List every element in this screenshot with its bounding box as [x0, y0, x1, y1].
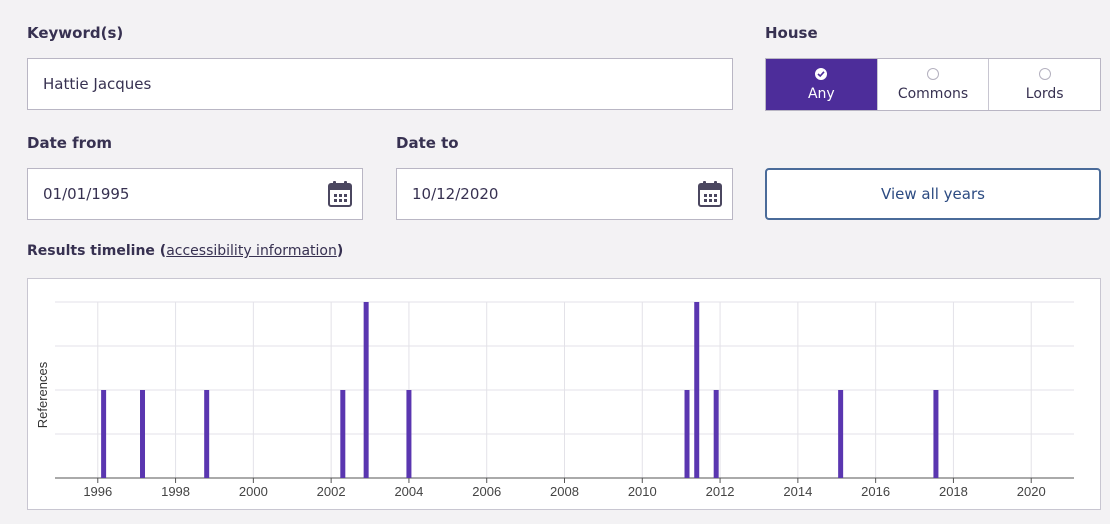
house-toggle: Any Commons Lords [765, 58, 1101, 111]
timeline-bar [933, 390, 939, 478]
timeline-bar [694, 302, 700, 478]
x-tick-label: 1996 [83, 484, 112, 499]
house-option-lords[interactable]: Lords [988, 59, 1100, 110]
timeline-bar [204, 390, 210, 478]
results-timeline-heading: Results timeline (accessibility informat… [27, 243, 344, 259]
x-tick-label: 2008 [550, 484, 579, 499]
house-label: House [765, 24, 818, 42]
timeline-bar [101, 390, 107, 478]
calendar-icon[interactable] [698, 181, 722, 207]
x-tick-label: 2012 [706, 484, 735, 499]
x-tick-label: 2004 [394, 484, 423, 499]
x-tick-label: 2000 [239, 484, 268, 499]
date-to-label: Date to [396, 134, 459, 152]
date-from-input[interactable]: 01/01/1995 [27, 168, 363, 220]
timeline-bar [838, 390, 844, 478]
keyword-input[interactable]: Hattie Jacques [27, 58, 733, 110]
radio-circle-icon [927, 67, 939, 80]
house-option-lords-label: Lords [1025, 85, 1064, 102]
house-option-commons-label: Commons [897, 85, 969, 102]
x-tick-label: 2020 [1017, 484, 1046, 499]
keyword-value: Hattie Jacques [43, 75, 152, 93]
accessibility-information-link[interactable]: accessibility information [166, 243, 337, 259]
results-timeline-chart: 1996 1998 2000 2002 2004 2006 2008 2010 2012 2014… [27, 278, 1101, 510]
house-option-any-label: Any [807, 85, 835, 102]
radio-circle-icon [1038, 67, 1051, 80]
date-from-value: 01/01/1995 [43, 185, 130, 203]
timeline-bar [340, 390, 346, 478]
timeline-bar [684, 390, 690, 478]
x-tick-label: 2018 [939, 484, 968, 499]
timeline-bar [406, 390, 412, 478]
x-tick-label: 2002 [317, 484, 346, 499]
timeline-bar [713, 390, 719, 478]
x-tick-label: 2006 [472, 484, 501, 499]
x-tick-label: 2014 [783, 484, 812, 499]
date-to-value: 10/12/2020 [412, 185, 499, 203]
timeline-chart-svg: 1996 1998 2000 2002 2004 2006 2008 2010 2012 2014… [35, 301, 1074, 499]
house-option-any[interactable]: Any [766, 59, 877, 110]
x-tick-label: 1998 [161, 484, 190, 499]
calendar-icon[interactable] [328, 181, 352, 207]
results-timeline-label: Results timeline [27, 243, 155, 259]
timeline-bar [140, 390, 146, 478]
y-axis-label: References [35, 361, 50, 428]
date-to-input[interactable]: 10/12/2020 [396, 168, 733, 220]
keyword-label: Keyword(s) [27, 24, 124, 42]
x-tick-label: 2016 [861, 484, 890, 499]
x-tick-label: 2010 [628, 484, 657, 499]
timeline-bar [363, 302, 369, 478]
house-option-commons[interactable]: Commons [876, 59, 989, 110]
checkmark-icon [815, 67, 828, 80]
date-from-label: Date from [27, 134, 112, 152]
view-all-years-button[interactable]: View all years [765, 168, 1101, 220]
